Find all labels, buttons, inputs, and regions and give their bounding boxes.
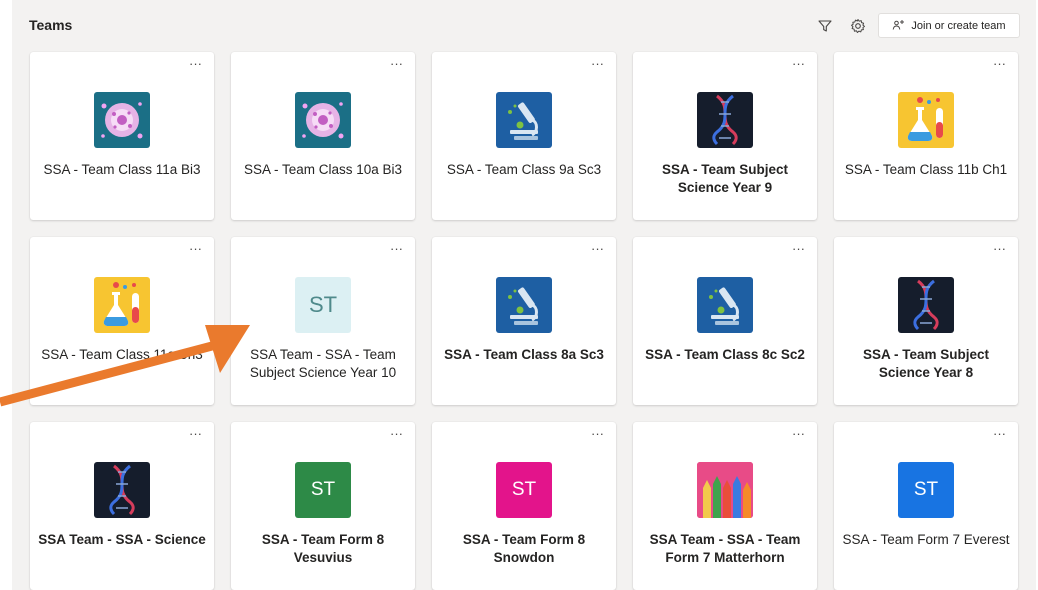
- pencils-icon: [697, 462, 753, 518]
- team-name: SSA - Team Class 9a Sc3: [446, 162, 602, 177]
- page-title: Teams: [29, 17, 73, 33]
- more-options-icon[interactable]: ···: [792, 57, 805, 70]
- team-name: SSA Team - SSA - Team Form 7 Matterhorn: [649, 532, 801, 565]
- annotation-arrow: [0, 325, 250, 407]
- microscope-icon: [697, 277, 753, 333]
- team-card[interactable]: ··· SSA - Team Class 8c Sc2: [633, 237, 817, 405]
- team-name: SSA - Team Subject Science Year 9: [661, 162, 789, 195]
- more-options-icon[interactable]: ···: [390, 242, 403, 255]
- team-name: SSA Team - SSA - Science: [38, 532, 206, 547]
- more-options-icon[interactable]: ···: [189, 427, 202, 440]
- team-avatar-initials: ST: [295, 462, 351, 518]
- team-name: SSA - Team Class 8c Sc2: [645, 347, 805, 362]
- flask-icon: [898, 92, 954, 148]
- team-avatar-initials: ST: [295, 277, 351, 333]
- bacteria-icon: [94, 92, 150, 148]
- team-name: SSA - Team Form 8 Vesuvius: [261, 532, 385, 565]
- team-name: SSA - Team Class 11b Ch1: [844, 162, 1008, 177]
- team-card[interactable]: ··· SSA - Team Class 9a Sc3: [432, 52, 616, 220]
- filter-icon[interactable]: [818, 19, 832, 33]
- team-card[interactable]: ··· ST SSA - Team Form 8 Snowdon: [432, 422, 616, 590]
- teams-header: Teams Join or create team: [12, 0, 1034, 50]
- more-options-icon[interactable]: ···: [591, 427, 604, 440]
- team-card[interactable]: ··· SSA - Team Subject Science Year 9: [633, 52, 817, 220]
- team-name: SSA - Team Class 10a Bi3: [243, 162, 403, 177]
- bacteria-icon: [295, 92, 351, 148]
- more-options-icon[interactable]: ···: [390, 427, 403, 440]
- team-name: SSA - Team Form 8 Snowdon: [462, 532, 586, 565]
- team-name: SSA - Team Subject Science Year 8: [862, 347, 990, 380]
- more-options-icon[interactable]: ···: [390, 57, 403, 70]
- team-avatar-initials: ST: [898, 462, 954, 518]
- microscope-icon: [496, 277, 552, 333]
- more-options-icon[interactable]: ···: [189, 57, 202, 70]
- dna-icon: [94, 462, 150, 518]
- team-card[interactable]: ··· SSA Team - SSA - Team Form 7 Matterho…: [633, 422, 817, 590]
- join-or-create-team-button[interactable]: Join or create team: [878, 13, 1020, 38]
- team-card[interactable]: ··· ST SSA - Team Form 8 Vesuvius: [231, 422, 415, 590]
- dna-icon: [898, 277, 954, 333]
- team-card[interactable]: ··· SSA - Team Class 8a Sc3: [432, 237, 616, 405]
- more-options-icon[interactable]: ···: [591, 57, 604, 70]
- more-options-icon[interactable]: ···: [993, 427, 1006, 440]
- team-name: SSA - Team Form 7 Everest: [842, 532, 1010, 547]
- team-card[interactable]: ··· SSA - Team Class 11a Bi3: [30, 52, 214, 220]
- team-card[interactable]: ··· ST SSA - Team Form 7 Everest: [834, 422, 1018, 590]
- team-name: SSA - Team Class 8a Sc3: [444, 347, 604, 362]
- team-avatar-initials: ST: [496, 462, 552, 518]
- more-options-icon[interactable]: ···: [993, 57, 1006, 70]
- team-card[interactable]: ··· SSA - Team Class 10a Bi3: [231, 52, 415, 220]
- more-options-icon[interactable]: ···: [189, 242, 202, 255]
- more-options-icon[interactable]: ···: [792, 242, 805, 255]
- gear-icon[interactable]: [850, 18, 866, 34]
- microscope-icon: [496, 92, 552, 148]
- team-card[interactable]: ··· SSA Team - SSA - Science: [30, 422, 214, 590]
- team-name: SSA - Team Class 11a Bi3: [43, 162, 201, 177]
- team-card[interactable]: ··· SSA - Team Subject Science Year 8: [834, 237, 1018, 405]
- more-options-icon[interactable]: ···: [591, 242, 604, 255]
- team-name: SSA Team - SSA - Team Subject Science Ye…: [249, 347, 397, 380]
- people-add-icon: [893, 20, 905, 30]
- team-card[interactable]: ··· SSA - Team Class 11b Ch1: [834, 52, 1018, 220]
- dna-icon: [697, 92, 753, 148]
- join-button-label: Join or create team: [911, 19, 1006, 32]
- more-options-icon[interactable]: ···: [993, 242, 1006, 255]
- more-options-icon[interactable]: ···: [792, 427, 805, 440]
